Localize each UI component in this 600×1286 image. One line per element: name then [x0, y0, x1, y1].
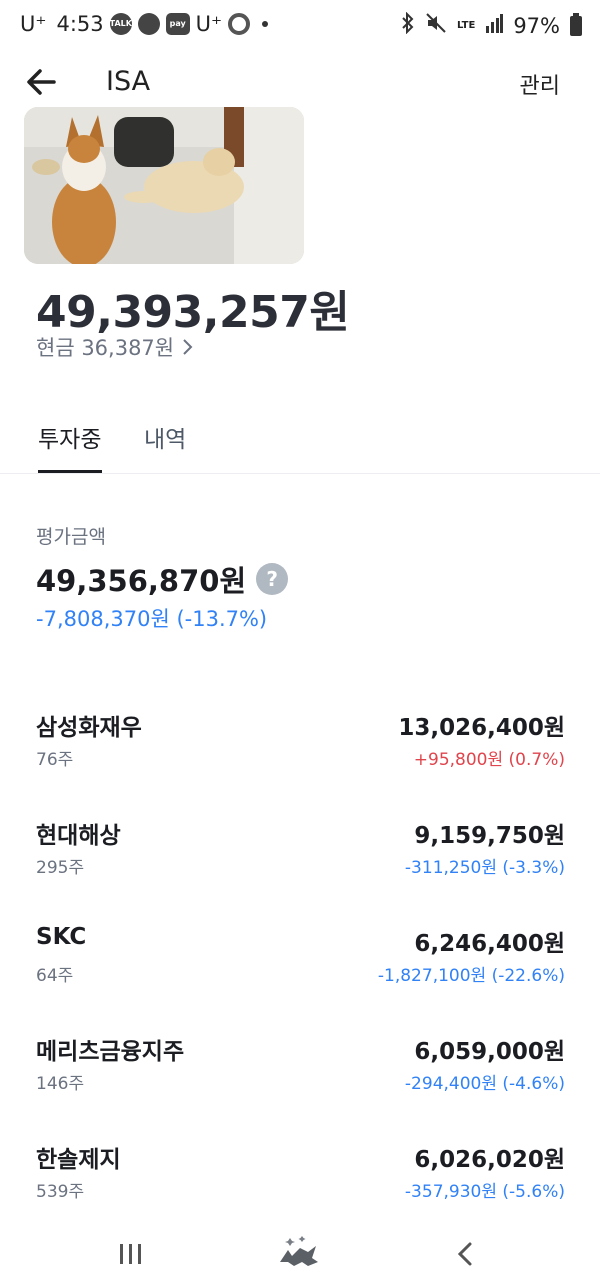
holding-value: 9,159,750원	[414, 823, 565, 849]
active-tab-indicator	[38, 470, 102, 473]
cash-link[interactable]: 현금 36,387원	[36, 332, 194, 362]
signal-icon	[485, 13, 504, 38]
carrier-label: U⁺	[20, 12, 47, 36]
holding-qty: 64주	[36, 966, 74, 986]
system-nav-bar	[0, 1222, 600, 1286]
holding-change: -311,250원 (-3.3%)	[404, 858, 565, 878]
lte-icon: LTE	[456, 19, 476, 31]
tab-history[interactable]: 내역	[144, 420, 186, 454]
manage-button[interactable]: 관리	[520, 68, 560, 100]
holdings-list: 삼성화재우 76주 13,026,400원 +95,800원 (0.7%) 현대…	[0, 698, 600, 1238]
holding-qty: 76주	[36, 750, 74, 770]
talk-icon: TALK	[109, 13, 132, 35]
holding-row[interactable]: SKC 64주 6,246,400원 -1,827,100원 (-22.6%)	[0, 914, 600, 1022]
battery-percent: 97%	[513, 13, 560, 38]
holding-row[interactable]: 삼성화재우 76주 13,026,400원 +95,800원 (0.7%)	[0, 698, 600, 806]
holding-value: 6,059,000원	[414, 1039, 565, 1065]
home-button[interactable]	[268, 1232, 328, 1276]
holding-qty: 146주	[36, 1074, 85, 1094]
chat-bubble-icon	[137, 13, 160, 35]
holding-row[interactable]: 메리츠금융지주 146주 6,059,000원 -294,400원 (-4.6%…	[0, 1022, 600, 1130]
back-arrow-icon	[27, 69, 56, 95]
tab-bar: 투자중 내역	[0, 404, 600, 474]
holding-name: 현대해상	[36, 823, 121, 849]
chevron-right-icon	[183, 339, 193, 355]
holding-name: 한솔제지	[36, 1147, 121, 1173]
holding-name: SKC	[36, 924, 87, 950]
dog-photo	[24, 107, 304, 264]
back-button[interactable]	[24, 64, 60, 100]
evaluation-label: 평가금액	[36, 526, 106, 548]
page-title: ISA	[106, 66, 151, 97]
holding-name: 메리츠금융지주	[36, 1039, 185, 1065]
notification-dot	[262, 21, 269, 27]
status-left: U⁺ 4:53 TALK pay U⁺	[20, 12, 269, 36]
clock: 4:53	[56, 12, 104, 36]
cash-label: 현금 36,387원	[36, 336, 175, 360]
chrome-icon	[228, 13, 251, 35]
evaluation-row: 49,356,870원 ?	[36, 558, 289, 600]
status-right: LTE 97%	[401, 11, 582, 39]
system-back-button[interactable]	[436, 1232, 496, 1276]
holding-value: 13,026,400원	[398, 715, 565, 741]
evaluation-change: -7,808,370원 (-13.7%)	[36, 607, 268, 631]
header: ISA 관리	[0, 58, 600, 106]
holding-change: -1,827,100원 (-22.6%)	[377, 966, 565, 986]
recent-apps-icon	[120, 1244, 141, 1264]
holding-qty: 539주	[36, 1182, 85, 1202]
back-chevron-icon	[457, 1242, 472, 1266]
holding-qty: 295주	[36, 858, 85, 878]
bluetooth-icon	[401, 11, 415, 39]
holding-change: -294,400원 (-4.6%)	[404, 1074, 565, 1094]
battery-icon	[570, 12, 582, 36]
banner-image[interactable]	[24, 107, 304, 264]
pay-icon: pay	[165, 13, 190, 35]
mute-icon	[425, 12, 447, 39]
holding-value: 6,246,400원	[414, 931, 565, 957]
holding-change: -357,930원 (-5.6%)	[404, 1182, 565, 1202]
uplus-icon: U⁺	[195, 12, 223, 36]
holding-name: 삼성화재우	[36, 715, 142, 741]
tab-investing[interactable]: 투자중	[38, 420, 101, 454]
holding-row[interactable]: 현대해상 295주 9,159,750원 -311,250원 (-3.3%)	[0, 806, 600, 914]
account-total: 49,393,257원	[36, 287, 350, 338]
home-fox-icon	[280, 1236, 318, 1266]
recent-apps-button[interactable]	[100, 1232, 160, 1276]
holding-value: 6,026,020원	[414, 1147, 565, 1173]
help-icon[interactable]: ?	[256, 563, 289, 595]
evaluation-amount: 49,356,870원	[36, 564, 247, 598]
status-bar: U⁺ 4:53 TALK pay U⁺ LTE 97%	[0, 0, 600, 52]
holding-change: +95,800원 (0.7%)	[413, 750, 565, 770]
